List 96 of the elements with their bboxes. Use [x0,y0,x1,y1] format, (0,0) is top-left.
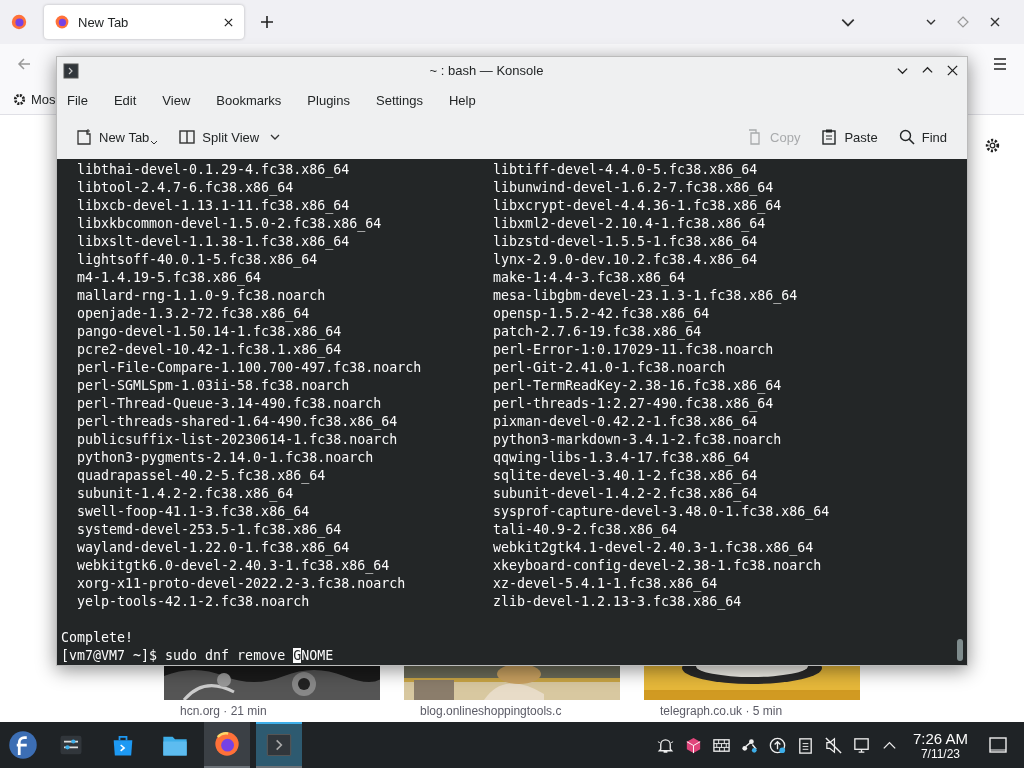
package-name: systemd-devel-253.5-1.fc38.x86_64 [77,521,343,539]
menu-icon[interactable] [992,56,1008,72]
menu-item[interactable]: Plugins [307,92,350,108]
package-name: lightsoff-40.0.1-5.fc38.x86_64 [77,251,319,269]
package-name: yelp-tools-42.1-2.fc38.noarch [77,593,311,611]
back-arrow-icon[interactable] [16,56,32,72]
package-name: libxml2-devel-2.10.4-1.fc38.x86_64 [493,215,767,233]
package-name: sysprof-capture-devel-3.48.0-1.fc38.x86_64 [493,503,830,521]
firefox-icon [54,14,70,30]
taskbar-button[interactable] [256,722,302,768]
gear-icon [12,91,27,107]
package-name: perl-threads-shared-1.64-490.fc38.x86_64 [77,413,399,431]
package-name: perl-TermReadKey-2.38-16.fc38.x86_64 [493,377,783,395]
monitor-icon[interactable] [851,735,871,755]
new-tab-icon [75,128,93,147]
package-name: sqlite-devel-3.40.1-2.fc38.x86_64 [493,467,759,485]
menu-item[interactable]: View [162,92,191,108]
package-name: xz-devel-5.4.1-1.fc38.x86_64 [493,575,719,593]
command-line[interactable]: [vm7@VM7 ~]$ sudo dnf remove GNOME [61,647,334,665]
menu-item[interactable]: Edit [113,92,137,108]
package-name: perl-Git-2.41.0-1.fc38.noarch [493,359,727,377]
scrollbar-thumb[interactable] [957,639,963,661]
browser-tab[interactable]: New Tab [44,5,244,39]
package-name: libxcrypt-devel-4.4.36-1.fc38.x86_64 [493,197,783,215]
clock-time[interactable]: 7:26 AM [912,729,968,747]
package-name: perl-File-Compare-1.100.700-497.fc38.noarch [77,359,423,377]
package-name: libunwind-devel-1.6.2-7.fc38.x86_64 [493,179,775,197]
firefox-icon [213,730,241,758]
package-name: mallard-rng-1.1.0-9.fc38.noarch [77,287,327,305]
search-icon [897,128,916,147]
package-name: libxcb-devel-1.13.1-11.fc38.x86_64 [77,197,351,215]
package-name: patch-2.7.6-19.fc38.x86_64 [493,323,703,341]
package-name: libthai-devel-0.1.29-4.fc38.x86_64 [77,161,351,179]
package-name: perl-SGMLSpm-1.03ii-58.fc38.noarch [77,377,351,395]
terminal-icon [63,62,79,79]
package-name: xkeyboard-config-devel-2.38-1.fc38.noarch [493,557,823,575]
menu-item[interactable]: Help [448,92,476,108]
package-name: pango-devel-1.50.14-1.fc38.x86_64 [77,323,343,341]
toolbar-button[interactable]: New Tab [71,123,163,152]
package-name: opensp-1.5.2-42.fc38.x86_64 [493,305,711,323]
window-title: ~ : bash — Konsole [428,63,545,79]
package-name: xorg-x11-proto-devel-2022.2-3.fc38.noarch [77,575,407,593]
package-name: make-1:4.4-3.fc38.x86_64 [493,269,687,287]
package-name: lynx-2.9.0-dev.10.2.fc38.4.x86_64 [493,251,759,269]
taskbar-button[interactable] [204,722,250,768]
package-name: webkit2gtk4.1-devel-2.40.3-1.fc38.x86_64 [493,539,815,557]
package-name: m4-1.4.19-5.fc38.x86_64 [77,269,263,287]
package-name: webkitgtk6.0-devel-2.40.3-1.fc38.x86_64 [77,557,391,575]
menu-item[interactable]: Bookmarks [216,92,282,108]
menu-item[interactable]: File [67,92,88,108]
close-icon[interactable] [988,15,1002,29]
toolbar-button[interactable]: Paste [816,124,882,151]
muted-speaker-icon[interactable] [823,735,843,755]
package-name: wayland-devel-1.22.0-1.fc38.x86_64 [77,539,351,557]
package-name: subunit-devel-1.4.2-2.fc38.x86_64 [493,485,759,503]
card-caption: blog.onlineshoppingtools.c [419,703,563,718]
package-name: qqwing-libs-1.3.4-17.fc38.x86_64 [493,449,751,467]
package-name: subunit-1.4.2-2.fc38.x86_64 [77,485,295,503]
split-view-icon [178,128,197,147]
card-caption: hcn.org · 21 min [179,703,268,718]
update-icon[interactable] [767,735,787,755]
package-name: tali-40.9-2.fc38.x86_64 [493,521,679,539]
package-name: python3-pygments-2.14.0-1.fc38.noarch [77,449,375,467]
package-name: libxslt-devel-1.1.38-1.fc38.x86_64 [77,233,351,251]
package-name: libxkbcommon-devel-1.5.0-2.fc38.x86_64 [77,215,383,233]
package-name: libzstd-devel-1.5.5-1.fc38.x86_64 [493,233,759,251]
show-desktop-icon[interactable] [988,735,1008,755]
toolbar-button[interactable]: Split View [174,124,286,151]
toolbar-button[interactable]: Find [893,124,951,151]
menu-item[interactable]: Settings [376,92,423,108]
fedora-icon [8,730,38,760]
package-name: pcre2-devel-10.42-1.fc38.1.x86_64 [77,341,343,359]
package-name: libtool-2.4.7-6.fc38.x86_64 [77,179,295,197]
settings-icon[interactable] [984,137,1001,154]
close-icon[interactable] [946,64,959,78]
package-name: openjade-1.3.2-72.fc38.x86_64 [77,305,311,323]
package-name: perl-threads-1:2.27-490.fc38.x86_64 [493,395,775,413]
package-name: libtiff-devel-4.4.0-5.fc38.x86_64 [493,161,759,179]
package-name: python3-markdown-3.4.1-2.fc38.noarch [493,431,783,449]
plus-icon[interactable] [260,15,274,29]
firefox-icon[interactable] [10,13,28,31]
package-name: quadrapassel-40.2-5.fc38.x86_64 [77,467,327,485]
package-name: perl-Thread-Queue-3.14-490.fc38.noarch [77,395,383,413]
clipboard-icon [820,128,839,147]
package-name: mesa-libgbm-devel-23.1.3-1.fc38.x86_64 [493,287,799,305]
package-name: perl-Error-1:0.17029-11.fc38.noarch [493,341,775,359]
package-name: pixman-devel-0.42.2-1.fc38.x86_64 [493,413,759,431]
close-icon[interactable] [223,16,234,28]
card-caption: telegraph.co.uk · 5 min [659,703,784,718]
terminal-icon [265,731,293,759]
status-line: Complete! [61,629,134,647]
bookmark-link[interactable]: Mos [31,91,56,107]
package-name: swell-foop-41.1-3.fc38.x86_64 [77,503,311,521]
clock-date[interactable]: 7/11/23 [920,746,961,761]
package-name: publicsuffix-list-20230614-1.fc38.noarch [77,431,399,449]
package-name: zlib-devel-1.2.13-3.fc38.x86_64 [493,593,743,611]
